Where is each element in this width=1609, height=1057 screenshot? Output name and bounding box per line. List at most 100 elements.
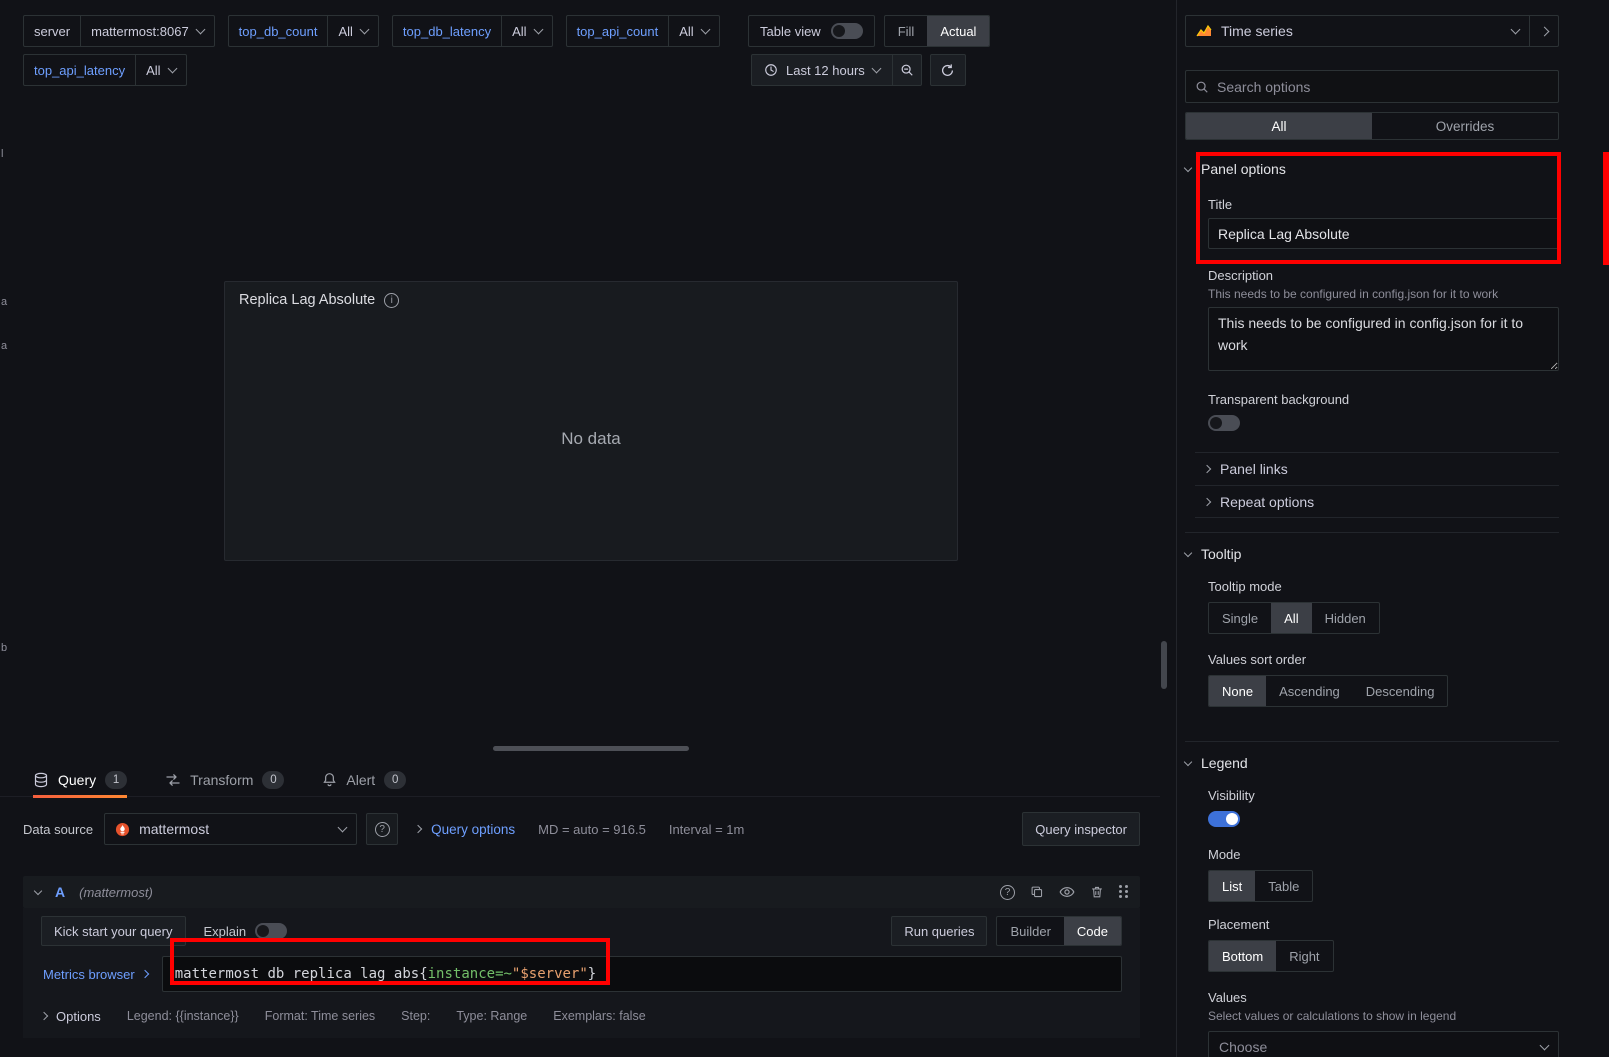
visualization-picker[interactable]: Time series	[1185, 15, 1530, 47]
placement-right[interactable]: Right	[1276, 941, 1332, 971]
datasource-picker[interactable]: mattermost	[104, 813, 357, 845]
chevron-down-icon	[195, 25, 205, 35]
legend-body: Visibility Mode List Table Placement Bot…	[1185, 788, 1559, 1057]
refresh-dashboard-button[interactable]	[930, 54, 966, 86]
variable-value: All	[512, 24, 526, 39]
remove-query-trash-icon[interactable]	[1090, 885, 1104, 899]
table-view-toggle[interactable]	[831, 23, 863, 39]
options-collapse-toggle[interactable]: Options	[41, 1009, 101, 1024]
dashboard-panel[interactable]: Replica Lag Absolute i No data	[224, 281, 958, 561]
panel-description-textarea[interactable]: This needs to be configured in config.js…	[1208, 307, 1559, 371]
variable-value-dropdown[interactable]: All	[501, 15, 552, 47]
tab-overrides[interactable]: Overrides	[1372, 113, 1558, 139]
search-options-input[interactable]	[1217, 79, 1549, 95]
builder-mode-option[interactable]: Builder	[997, 917, 1063, 945]
legend-mode-table[interactable]: Table	[1255, 871, 1312, 901]
section-legend[interactable]: Legend	[1185, 741, 1559, 773]
legend-values-select[interactable]: Choose	[1208, 1031, 1559, 1057]
panel-options-body: Title Description This needs to be confi…	[1185, 197, 1559, 436]
placement-bottom[interactable]: Bottom	[1209, 941, 1276, 971]
code-mode-option[interactable]: Code	[1064, 917, 1121, 945]
legend-mode-label: Mode	[1208, 847, 1559, 862]
section-tooltip[interactable]: Tooltip	[1185, 532, 1559, 564]
tab-query[interactable]: Query 1	[33, 763, 127, 797]
sort-descending[interactable]: Descending	[1353, 676, 1448, 706]
chevron-right-icon	[1203, 465, 1211, 473]
query-row-header[interactable]: A (mattermost) ?	[23, 876, 1140, 908]
tooltip-mode-hidden[interactable]: Hidden	[1312, 603, 1379, 633]
time-range-picker[interactable]: Last 12 hours	[751, 54, 893, 86]
hide-response-eye-icon[interactable]	[1059, 884, 1075, 900]
repeat-options-collapse[interactable]: Repeat options	[1195, 485, 1559, 518]
section-heading: Tooltip	[1201, 546, 1241, 562]
actual-option[interactable]: Actual	[927, 16, 989, 46]
sort-none[interactable]: None	[1209, 676, 1266, 706]
explain-label: Explain	[204, 924, 247, 939]
tab-all[interactable]: All	[1186, 113, 1372, 139]
fill-option[interactable]: Fill	[885, 16, 928, 46]
template-variables-row-2: top_api_latency All	[23, 54, 187, 86]
promql-expression-input[interactable]: mattermost_db_replica_lag_abs{instance=~…	[162, 956, 1122, 992]
variable-value-dropdown[interactable]: All	[327, 15, 378, 47]
sort-ascending[interactable]: Ascending	[1266, 676, 1353, 706]
tooltip-mode-single[interactable]: Single	[1209, 603, 1271, 633]
chevron-down-icon	[167, 64, 177, 74]
zoom-out-time-button[interactable]	[892, 54, 922, 86]
tab-alert[interactable]: Alert 0	[322, 763, 406, 797]
panel-links-collapse[interactable]: Panel links	[1195, 452, 1559, 485]
scrollbar-thumb[interactable]	[1161, 641, 1167, 689]
panel-title-input[interactable]	[1208, 218, 1559, 249]
datasource-row: Data source mattermost ? Query options M…	[23, 812, 1140, 846]
explain-toggle[interactable]	[255, 923, 287, 939]
exemplars-summary: Exemplars: false	[553, 1009, 645, 1023]
description-help-text: This needs to be configured in config.js…	[1208, 287, 1559, 301]
visualization-row: Time series	[1185, 15, 1559, 47]
chevron-down-icon	[1184, 163, 1192, 171]
legend-values-help: Select values or calculations to show in…	[1208, 1009, 1559, 1023]
clipped-text-fragment: a	[1, 296, 7, 308]
query-options-toggle[interactable]: Query options	[415, 822, 515, 837]
metrics-browser-label: Metrics browser	[43, 967, 135, 982]
drag-handle-icon[interactable]	[1119, 885, 1128, 899]
tab-transform[interactable]: Transform 0	[165, 763, 284, 797]
query-inspector-button[interactable]: Query inspector	[1022, 812, 1140, 846]
chevron-right-icon	[414, 825, 422, 833]
chevron-right-icon	[141, 970, 149, 978]
variable-label: top_api_count	[566, 15, 670, 47]
legend-mode-list[interactable]: List	[1209, 871, 1255, 901]
type-summary: Type: Range	[456, 1009, 527, 1023]
query-help-icon[interactable]: ?	[1000, 885, 1015, 900]
variable-value: All	[679, 24, 693, 39]
variable-value-dropdown[interactable]: All	[135, 54, 186, 86]
kick-start-query-button[interactable]: Kick start your query	[41, 916, 186, 946]
label-name: instance	[428, 966, 495, 982]
tooltip-mode-all[interactable]: All	[1271, 603, 1311, 633]
metrics-browser-button[interactable]: Metrics browser	[41, 967, 158, 982]
transparent-background-toggle[interactable]	[1208, 415, 1240, 431]
chevron-down-icon	[1511, 25, 1521, 35]
pane-resize-handle[interactable]	[493, 746, 689, 751]
variable-value-dropdown[interactable]: mattermost:8067	[80, 15, 215, 47]
collapse-options-pane-button[interactable]	[1529, 15, 1559, 47]
clipped-text-fragment: b	[1, 642, 7, 654]
legend-visibility-toggle[interactable]	[1208, 811, 1240, 827]
variable-top-db-count: top_db_count All	[228, 15, 379, 47]
table-view-label: Table view	[760, 24, 821, 39]
datasource-help-button[interactable]: ?	[366, 813, 398, 845]
editor-mode-group: Builder Code	[996, 916, 1122, 946]
section-panel-options[interactable]: Panel options	[1185, 156, 1559, 182]
no-data-message: No data	[225, 429, 957, 449]
run-queries-button[interactable]: Run queries	[891, 916, 987, 946]
legend-mode-group: List Table	[1208, 870, 1313, 902]
variable-value: All	[338, 24, 352, 39]
variable-value-dropdown[interactable]: All	[668, 15, 719, 47]
tab-count-badge: 1	[105, 771, 127, 789]
time-range-label: Last 12 hours	[786, 63, 865, 78]
duplicate-query-icon[interactable]	[1030, 885, 1044, 899]
info-icon: i	[384, 293, 399, 308]
time-controls: Last 12 hours	[751, 54, 966, 86]
variable-top-db-latency: top_db_latency All	[392, 15, 553, 47]
metric-name: mattermost_db_replica_lag_abs	[175, 966, 419, 982]
query-row-actions: ?	[1000, 884, 1128, 900]
variable-server: server mattermost:8067	[23, 15, 215, 47]
